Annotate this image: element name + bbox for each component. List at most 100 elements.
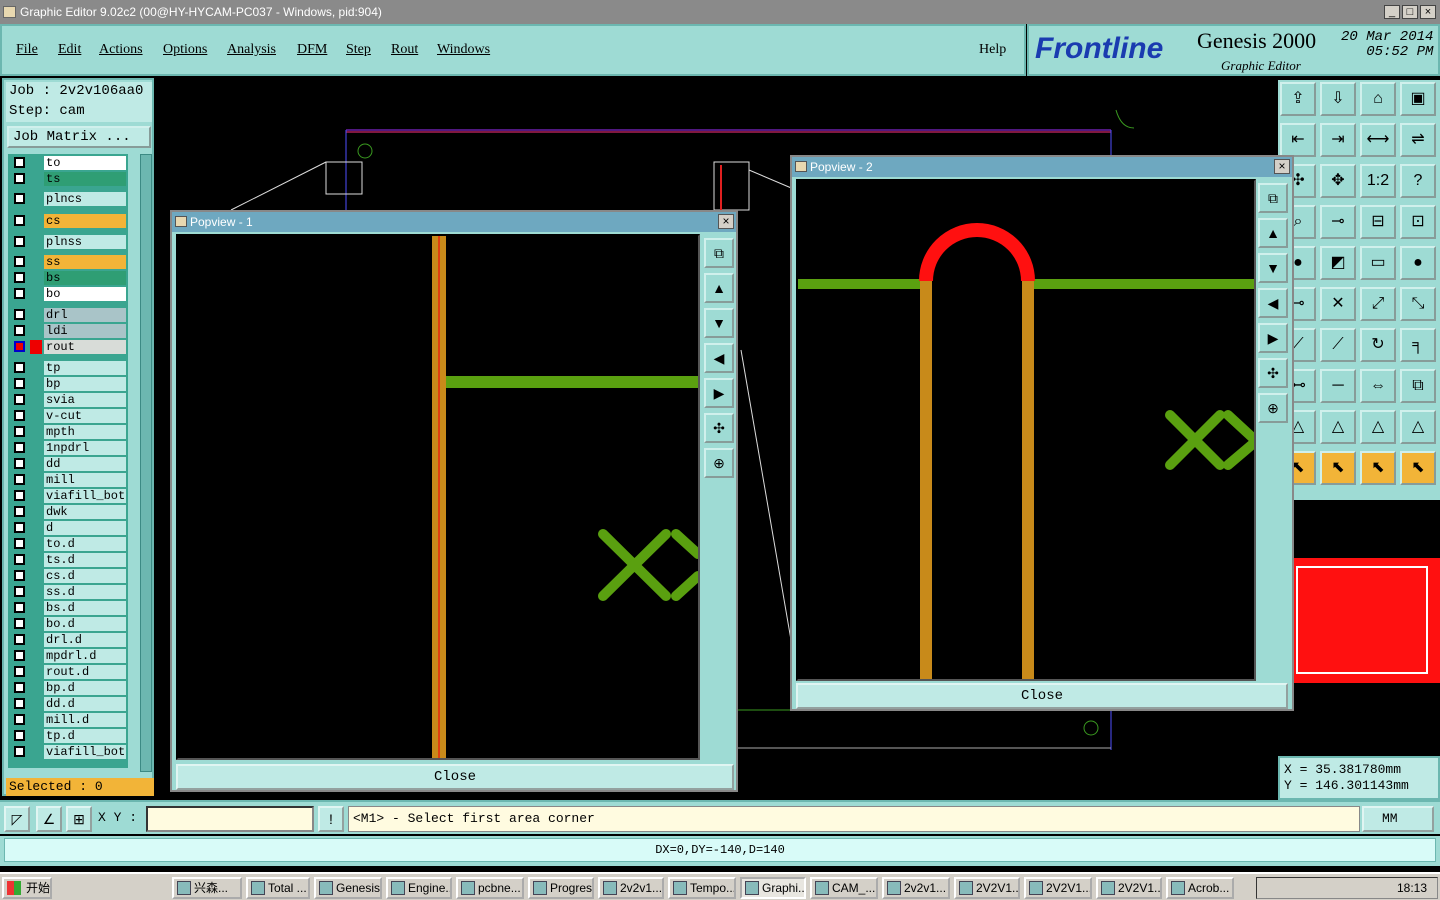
menu-step[interactable]: Step [346,42,371,58]
menu-actions[interactable]: Actions [99,42,143,58]
layer-checkbox[interactable] [14,602,25,613]
toolbar-tool-icon[interactable]: ⇔ [1360,369,1396,403]
layer-row[interactable]: bs [10,271,128,285]
toolbar-tool-icon[interactable]: ⤡ [1400,287,1436,321]
taskbar-item[interactable]: 2V2V1... [954,877,1020,899]
layer-checkbox[interactable] [14,730,25,741]
taskbar-item[interactable]: pcbne... [456,877,524,899]
layer-row[interactable]: bo.d [10,617,128,631]
layer-checkbox[interactable] [14,157,25,168]
layer-checkbox[interactable] [14,698,25,709]
toolbar-tool-icon[interactable]: ⧉ [1400,369,1436,403]
layer-row[interactable]: bo [10,287,128,301]
layer-row[interactable]: bp.d [10,681,128,695]
pan-up-icon[interactable]: ▲ [1258,218,1288,248]
toolbar-tool-icon[interactable]: ? [1400,164,1436,198]
layer-row[interactable]: rout.d [10,665,128,679]
toolbar-tool-icon[interactable]: ⬉ [1400,451,1436,485]
maximize-button[interactable]: □ [1402,5,1418,19]
toolbar-tool-icon[interactable]: ⇥ [1320,123,1356,157]
toolbar-tool-icon[interactable]: ✥ [1320,164,1356,198]
taskbar-item[interactable]: 2V2V1... [1024,877,1092,899]
layer-checkbox[interactable] [14,586,25,597]
layer-checkbox[interactable] [14,474,25,485]
layer-checkbox[interactable] [14,256,25,267]
menu-rout[interactable]: Rout [391,42,418,58]
layer-checkbox[interactable] [14,215,25,226]
popview-1-close-button[interactable]: Close [176,764,734,790]
layer-row[interactable]: bs.d [10,601,128,615]
taskbar-item[interactable]: Tempo... [668,877,736,899]
layer-row[interactable]: dd [10,457,128,471]
layer-checkbox[interactable] [14,341,25,352]
taskbar-item[interactable]: Graphi... [740,877,806,899]
layer-row[interactable]: tp.d [10,729,128,743]
toolbar-tool-icon[interactable]: ⇩ [1320,82,1356,116]
layer-checkbox[interactable] [14,325,25,336]
toolbar-tool-icon[interactable]: ✕ [1320,287,1356,321]
layer-row[interactable]: mpth [10,425,128,439]
layer-checkbox[interactable] [14,538,25,549]
angle-icon[interactable]: ∠ [36,806,62,832]
toolbar-tool-icon[interactable]: ◩ [1320,246,1356,280]
menu-analysis[interactable]: Analysis [227,42,276,58]
toolbar-tool-icon[interactable]: ─ [1320,369,1356,403]
toolbar-tool-icon[interactable]: ⤢ [1360,287,1396,321]
layer-row[interactable]: tp [10,361,128,375]
taskbar-item[interactable]: 2V2V1... [1096,877,1162,899]
layer-checkbox[interactable] [14,682,25,693]
layer-checkbox[interactable] [14,650,25,661]
taskbar-item[interactable]: Genesis [314,877,382,899]
menu-help[interactable]: Help [979,42,1006,58]
toolbar-tool-icon[interactable]: ⌂ [1360,82,1396,116]
menu-dfm[interactable]: DFM [297,42,327,58]
zoom-home-icon[interactable]: ⊕ [704,448,734,478]
layer-row[interactable]: bp [10,377,128,391]
layer-row[interactable]: dd.d [10,697,128,711]
popview-2-close-button[interactable]: Close [796,683,1288,709]
toolbar-tool-icon[interactable]: △ [1320,410,1356,444]
zoom-area-icon[interactable]: ⧉ [704,238,734,268]
taskbar-item[interactable]: Engine... [386,877,452,899]
toolbar-tool-icon[interactable]: ⊡ [1400,205,1436,239]
zoom-fit-icon[interactable]: ✣ [1258,358,1288,388]
layer-row[interactable]: svia [10,393,128,407]
layer-checkbox[interactable] [14,506,25,517]
popview-2-canvas[interactable] [796,179,1259,681]
layer-checkbox[interactable] [14,362,25,373]
toolbar-tool-icon[interactable]: ↻ [1360,328,1396,362]
taskbar-item[interactable]: 2v2v1... [882,877,950,899]
toolbar-tool-icon[interactable]: 1:2 [1360,164,1396,198]
layer-row[interactable]: viafill_bot [10,489,128,503]
toolbar-tool-icon[interactable]: ⊟ [1360,205,1396,239]
taskbar-item[interactable]: 兴森... [172,877,242,899]
layer-checkbox[interactable] [14,272,25,283]
units-selector[interactable]: MM [1362,806,1434,832]
toolbar-tool-icon[interactable]: ⊸ [1320,205,1356,239]
toolbar-tool-icon[interactable]: ⟋ [1320,328,1356,362]
zoom-area-icon[interactable]: ⧉ [1258,183,1288,213]
minimize-button[interactable]: _ [1384,5,1400,19]
layer-scrollbar[interactable] [140,154,152,772]
toolbar-tool-icon[interactable]: ▭ [1360,246,1396,280]
toolbar-tool-icon[interactable]: ● [1400,246,1436,280]
layer-row[interactable]: to [10,156,128,170]
toolbar-tool-icon[interactable]: △ [1400,410,1436,444]
measure-icon[interactable]: ◸ [4,806,30,832]
layer-row[interactable]: ts [10,172,128,186]
layer-checkbox[interactable] [14,173,25,184]
taskbar-item[interactable]: Total ... [246,877,310,899]
layer-checkbox[interactable] [14,426,25,437]
xy-input[interactable] [146,806,314,832]
layer-row[interactable]: rout [10,340,128,354]
layer-checkbox[interactable] [14,714,25,725]
layer-row[interactable]: mpdrl.d [10,649,128,663]
layer-checkbox[interactable] [14,522,25,533]
layer-row[interactable]: mill [10,473,128,487]
layer-row[interactable]: plncs [10,192,128,206]
layer-checkbox[interactable] [14,570,25,581]
toolbar-tool-icon[interactable]: ⬉ [1320,451,1356,485]
layer-row[interactable]: dwk [10,505,128,519]
layer-row[interactable]: viafill_bot [10,745,128,759]
layer-row[interactable]: ss [10,255,128,269]
